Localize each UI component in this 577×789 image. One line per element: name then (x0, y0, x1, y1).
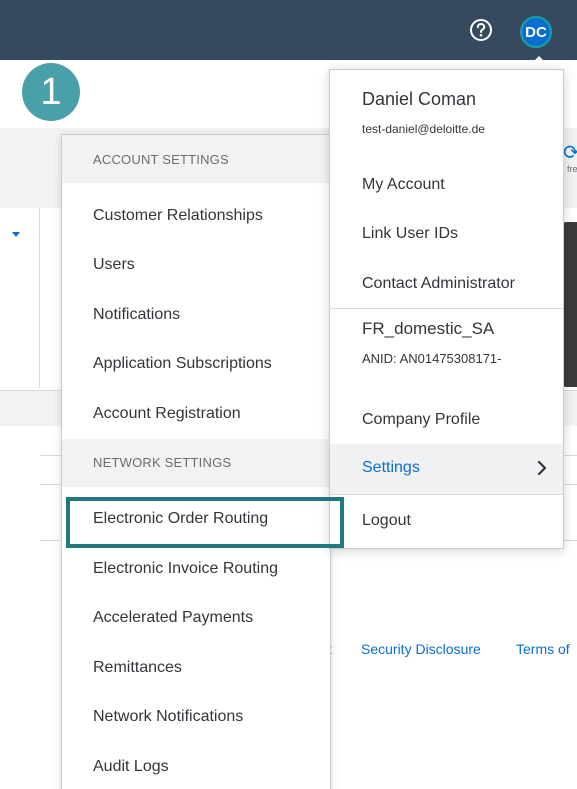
question-circle-icon[interactable] (468, 17, 494, 43)
menu-item-link-user-ids[interactable]: Link User IDs (362, 225, 458, 243)
settings-submenu: ACCOUNT SETTINGS Customer Relationships … (61, 134, 331, 789)
menu-item-settings[interactable]: Settings (330, 444, 563, 494)
highlight-annotation (66, 497, 344, 548)
menu-pointer (531, 56, 547, 64)
user-name: Daniel Coman (362, 89, 477, 109)
dropdown-caret-icon[interactable] (12, 232, 20, 237)
menu-item-accelerated-payments[interactable]: Accelerated Payments (62, 594, 330, 644)
footer-link-terms[interactable]: Terms of (516, 641, 570, 657)
company-anid: ANID: AN01475308171- (362, 351, 502, 366)
menu-divider (330, 308, 563, 309)
background-panel (563, 222, 577, 387)
menu-item-customer-relationships[interactable]: Customer Relationships (62, 191, 330, 241)
menu-item-electronic-invoice-routing[interactable]: Electronic Invoice Routing (62, 544, 330, 594)
chevron-right-icon (537, 460, 547, 476)
menu-item-logout[interactable]: Logout (362, 512, 411, 530)
menu-item-my-account[interactable]: My Account (362, 176, 445, 194)
footer-link-security-disclosure[interactable]: Security Disclosure (361, 641, 481, 657)
user-avatar[interactable]: DC (520, 16, 552, 48)
filter-column (0, 208, 40, 388)
refresh-icon[interactable]: ⟳ (563, 140, 577, 165)
menu-item-application-subscriptions[interactable]: Application Subscriptions (62, 340, 330, 390)
menu-item-audit-logs[interactable]: Audit Logs (62, 742, 330, 789)
user-account-menu: Daniel Coman test-daniel@deloitte.de My … (329, 69, 564, 549)
menu-item-company-profile[interactable]: Company Profile (362, 411, 480, 429)
top-header-bar: DC (0, 0, 577, 60)
settings-label: Settings (362, 459, 420, 476)
menu-item-network-notifications[interactable]: Network Notifications (62, 693, 330, 743)
company-name: FR_domestic_SA (362, 319, 495, 338)
menu-item-account-registration[interactable]: Account Registration (62, 389, 330, 439)
menu-item-remittances[interactable]: Remittances (62, 643, 330, 693)
network-settings-header: NETWORK SETTINGS (62, 438, 330, 487)
step-number-badge: 1 (22, 63, 80, 121)
user-email: test-daniel@deloitte.de (362, 122, 485, 136)
account-settings-header: ACCOUNT SETTINGS (62, 135, 330, 183)
menu-item-notifications[interactable]: Notifications (62, 290, 330, 340)
menu-divider (330, 494, 563, 495)
refresh-label: fre (567, 164, 577, 174)
menu-item-users[interactable]: Users (62, 241, 330, 291)
menu-item-contact-administrator[interactable]: Contact Administrator (362, 275, 515, 293)
